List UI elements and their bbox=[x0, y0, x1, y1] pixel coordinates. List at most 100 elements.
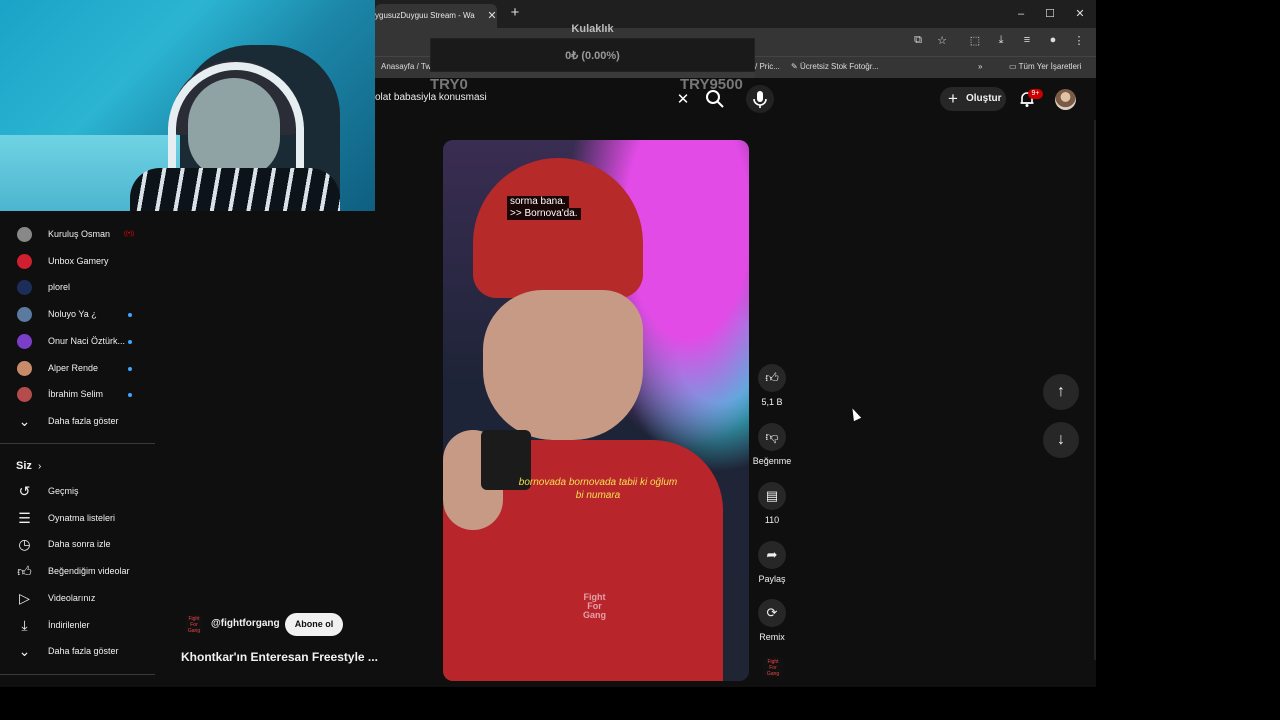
video-title[interactable]: Khontkar'ın Enteresan Freestyle ... bbox=[181, 650, 378, 664]
remix-action: ⟳ Remix bbox=[752, 599, 792, 642]
you-item-label: Geçmiş bbox=[48, 486, 79, 496]
menu-icon[interactable]: ⋮ bbox=[1072, 34, 1086, 47]
subscription-label: plorel bbox=[48, 282, 71, 293]
new-content-dot bbox=[128, 313, 132, 318]
watch-later-icon: ◷ bbox=[18, 536, 31, 553]
minimize-button[interactable]: – bbox=[1012, 6, 1030, 22]
new-content-dot bbox=[128, 393, 132, 398]
overlay-max-label: TRY9500 bbox=[680, 76, 743, 93]
remix-label: Remix bbox=[759, 632, 785, 642]
channel-avatar bbox=[17, 307, 32, 323]
channel-name[interactable]: @fightforgang bbox=[211, 618, 280, 629]
arrow-down-icon: ↓ bbox=[1057, 431, 1065, 448]
like-icon: 👍︎ bbox=[17, 563, 32, 580]
bookmark-icon: ✎ bbox=[791, 62, 800, 71]
like-action: 👍︎ 5,1 B bbox=[752, 364, 792, 407]
new-tab-button[interactable]: + bbox=[507, 5, 523, 21]
overlay-value: 0₺ (0.00%) bbox=[430, 38, 755, 72]
close-window-button[interactable]: ✕ bbox=[1071, 6, 1089, 22]
video-watermark-logo: Fight For Gang bbox=[583, 592, 607, 620]
live-icon: ((•)) bbox=[124, 231, 135, 237]
extensions-icon[interactable]: ⬚ bbox=[968, 34, 982, 47]
subscription-item[interactable]: Alper Rende bbox=[0, 356, 155, 382]
page-scrollbar[interactable] bbox=[1094, 120, 1096, 660]
search-input[interactable]: olat babasiyla konusmasi bbox=[375, 86, 695, 112]
share-icon: ➦ bbox=[766, 547, 778, 562]
profile-icon[interactable]: ● bbox=[1046, 34, 1060, 47]
divider bbox=[0, 443, 155, 444]
subscription-label: Alper Rende bbox=[48, 362, 99, 373]
subscription-label: Onur Naci Öztürk... bbox=[48, 335, 126, 346]
create-label: Oluştur bbox=[966, 93, 1002, 104]
divider bbox=[0, 674, 155, 675]
section-you[interactable]: Siz › bbox=[16, 460, 41, 472]
you-item[interactable]: ☰ Oynatma listeleri bbox=[0, 506, 155, 532]
you-item[interactable]: 👍︎ Beğendiğim videolar bbox=[0, 559, 155, 585]
bookmark-star-icon[interactable]: ☆ bbox=[935, 34, 949, 47]
overlay-title: Kulaklık bbox=[571, 23, 614, 35]
subscription-item[interactable]: Noluyo Ya ¿ bbox=[0, 302, 155, 328]
comment-count: 110 bbox=[764, 515, 780, 525]
channel-avatar[interactable]: Fight For Gang bbox=[185, 615, 203, 634]
download-icon[interactable]: ⤓ bbox=[994, 34, 1008, 47]
cast-icon[interactable]: ⧉ bbox=[911, 34, 925, 47]
bookmark-item[interactable]: ✎ Ücretsiz Stok Fotoğr... bbox=[791, 62, 879, 71]
voice-search-button[interactable] bbox=[746, 85, 774, 113]
account-avatar[interactable] bbox=[1055, 89, 1076, 110]
previous-short-button[interactable]: ↑ bbox=[1043, 374, 1079, 410]
dislike-label: Beğenme bbox=[752, 456, 792, 466]
you-item[interactable]: ▷ Videolarınız bbox=[0, 586, 155, 612]
create-button[interactable]: + Oluştur bbox=[940, 87, 1006, 111]
folder-icon: ▭ bbox=[1009, 62, 1019, 71]
webcam-overlay bbox=[0, 0, 375, 211]
you-item[interactable]: ↺ Geçmiş bbox=[0, 479, 155, 505]
tab-title: ygusuzDuyguu Stream - Wa bbox=[375, 11, 475, 20]
show-more-you[interactable]: ⌄ Daha fazla göster bbox=[0, 639, 155, 665]
you-item[interactable]: ⤓ İndirilenler bbox=[0, 613, 155, 639]
subscription-item[interactable]: plorel bbox=[0, 275, 155, 301]
playlist-icon: ☰ bbox=[18, 509, 31, 526]
your-videos-icon: ▷ bbox=[19, 589, 30, 606]
subtitle-main: bornovada bornovada tabii ki oğlum bi nu… bbox=[518, 477, 678, 501]
download-icon: ⤓ bbox=[21, 616, 28, 633]
you-item[interactable]: ◷ Daha sonra izle bbox=[0, 532, 155, 558]
all-bookmarks-folder[interactable]: ▭ Tüm Yer İşaretleri bbox=[1009, 62, 1081, 71]
you-item-label: Daha sonra izle bbox=[48, 539, 111, 550]
show-more-subscriptions[interactable]: ⌄ Daha fazla göster bbox=[0, 409, 155, 435]
chevron-right-icon: › bbox=[37, 461, 42, 472]
video-person-face bbox=[483, 290, 643, 440]
share-button[interactable]: ➦ bbox=[758, 541, 786, 569]
dislike-button[interactable]: 👎︎ bbox=[758, 423, 786, 451]
subscription-item[interactable]: Unbox Gamery bbox=[0, 249, 155, 275]
media-control-icon[interactable]: ≡ bbox=[1020, 34, 1034, 47]
sound-channel-avatar[interactable]: Fight For Gang bbox=[763, 657, 783, 677]
arrow-up-icon: ↑ bbox=[1057, 383, 1065, 400]
subscription-label: Kuruluş Osman bbox=[48, 229, 111, 239]
channel-avatar bbox=[17, 227, 32, 242]
bookmark-item[interactable]: Anasayfa / Tw bbox=[381, 62, 431, 71]
microphone-icon bbox=[753, 91, 767, 108]
new-content-dot bbox=[128, 339, 132, 344]
you-item-label: Oynatma listeleri bbox=[48, 512, 116, 523]
share-action: ➦ Paylaş bbox=[752, 541, 792, 584]
subscription-item[interactable]: Onur Naci Öztürk... bbox=[0, 329, 155, 355]
bookmark-item[interactable]: / Pric... bbox=[755, 62, 780, 71]
plus-icon: + bbox=[948, 89, 958, 108]
webcam-person-body bbox=[130, 168, 340, 211]
subtitle-top: sorma bana. >> Bornova'da. bbox=[507, 196, 677, 220]
you-item-label: Beğendiğim videolar bbox=[48, 566, 130, 577]
next-short-button[interactable]: ↓ bbox=[1043, 422, 1079, 458]
subscription-label: İbrahim Selim bbox=[48, 389, 104, 400]
shorts-video[interactable]: sorma bana. >> Bornova'da. bornovada bor… bbox=[443, 140, 749, 681]
comments-button[interactable]: ▤ bbox=[758, 482, 786, 510]
remix-button[interactable]: ⟳ bbox=[758, 599, 786, 627]
maximize-button[interactable]: ☐ bbox=[1041, 6, 1059, 22]
subscription-item[interactable]: Kuruluş Osman ((•)) bbox=[0, 222, 155, 248]
channel-avatar bbox=[17, 253, 32, 269]
close-tab-icon[interactable]: ✕ bbox=[485, 9, 497, 23]
subscription-item[interactable]: İbrahim Selim bbox=[0, 382, 155, 408]
more-bookmarks-button[interactable]: » bbox=[978, 62, 982, 71]
search-query: olat babasiyla konusmasi bbox=[375, 92, 487, 103]
like-button[interactable]: 👍︎ bbox=[758, 364, 786, 392]
subscribe-button[interactable]: Abone ol bbox=[285, 613, 343, 636]
